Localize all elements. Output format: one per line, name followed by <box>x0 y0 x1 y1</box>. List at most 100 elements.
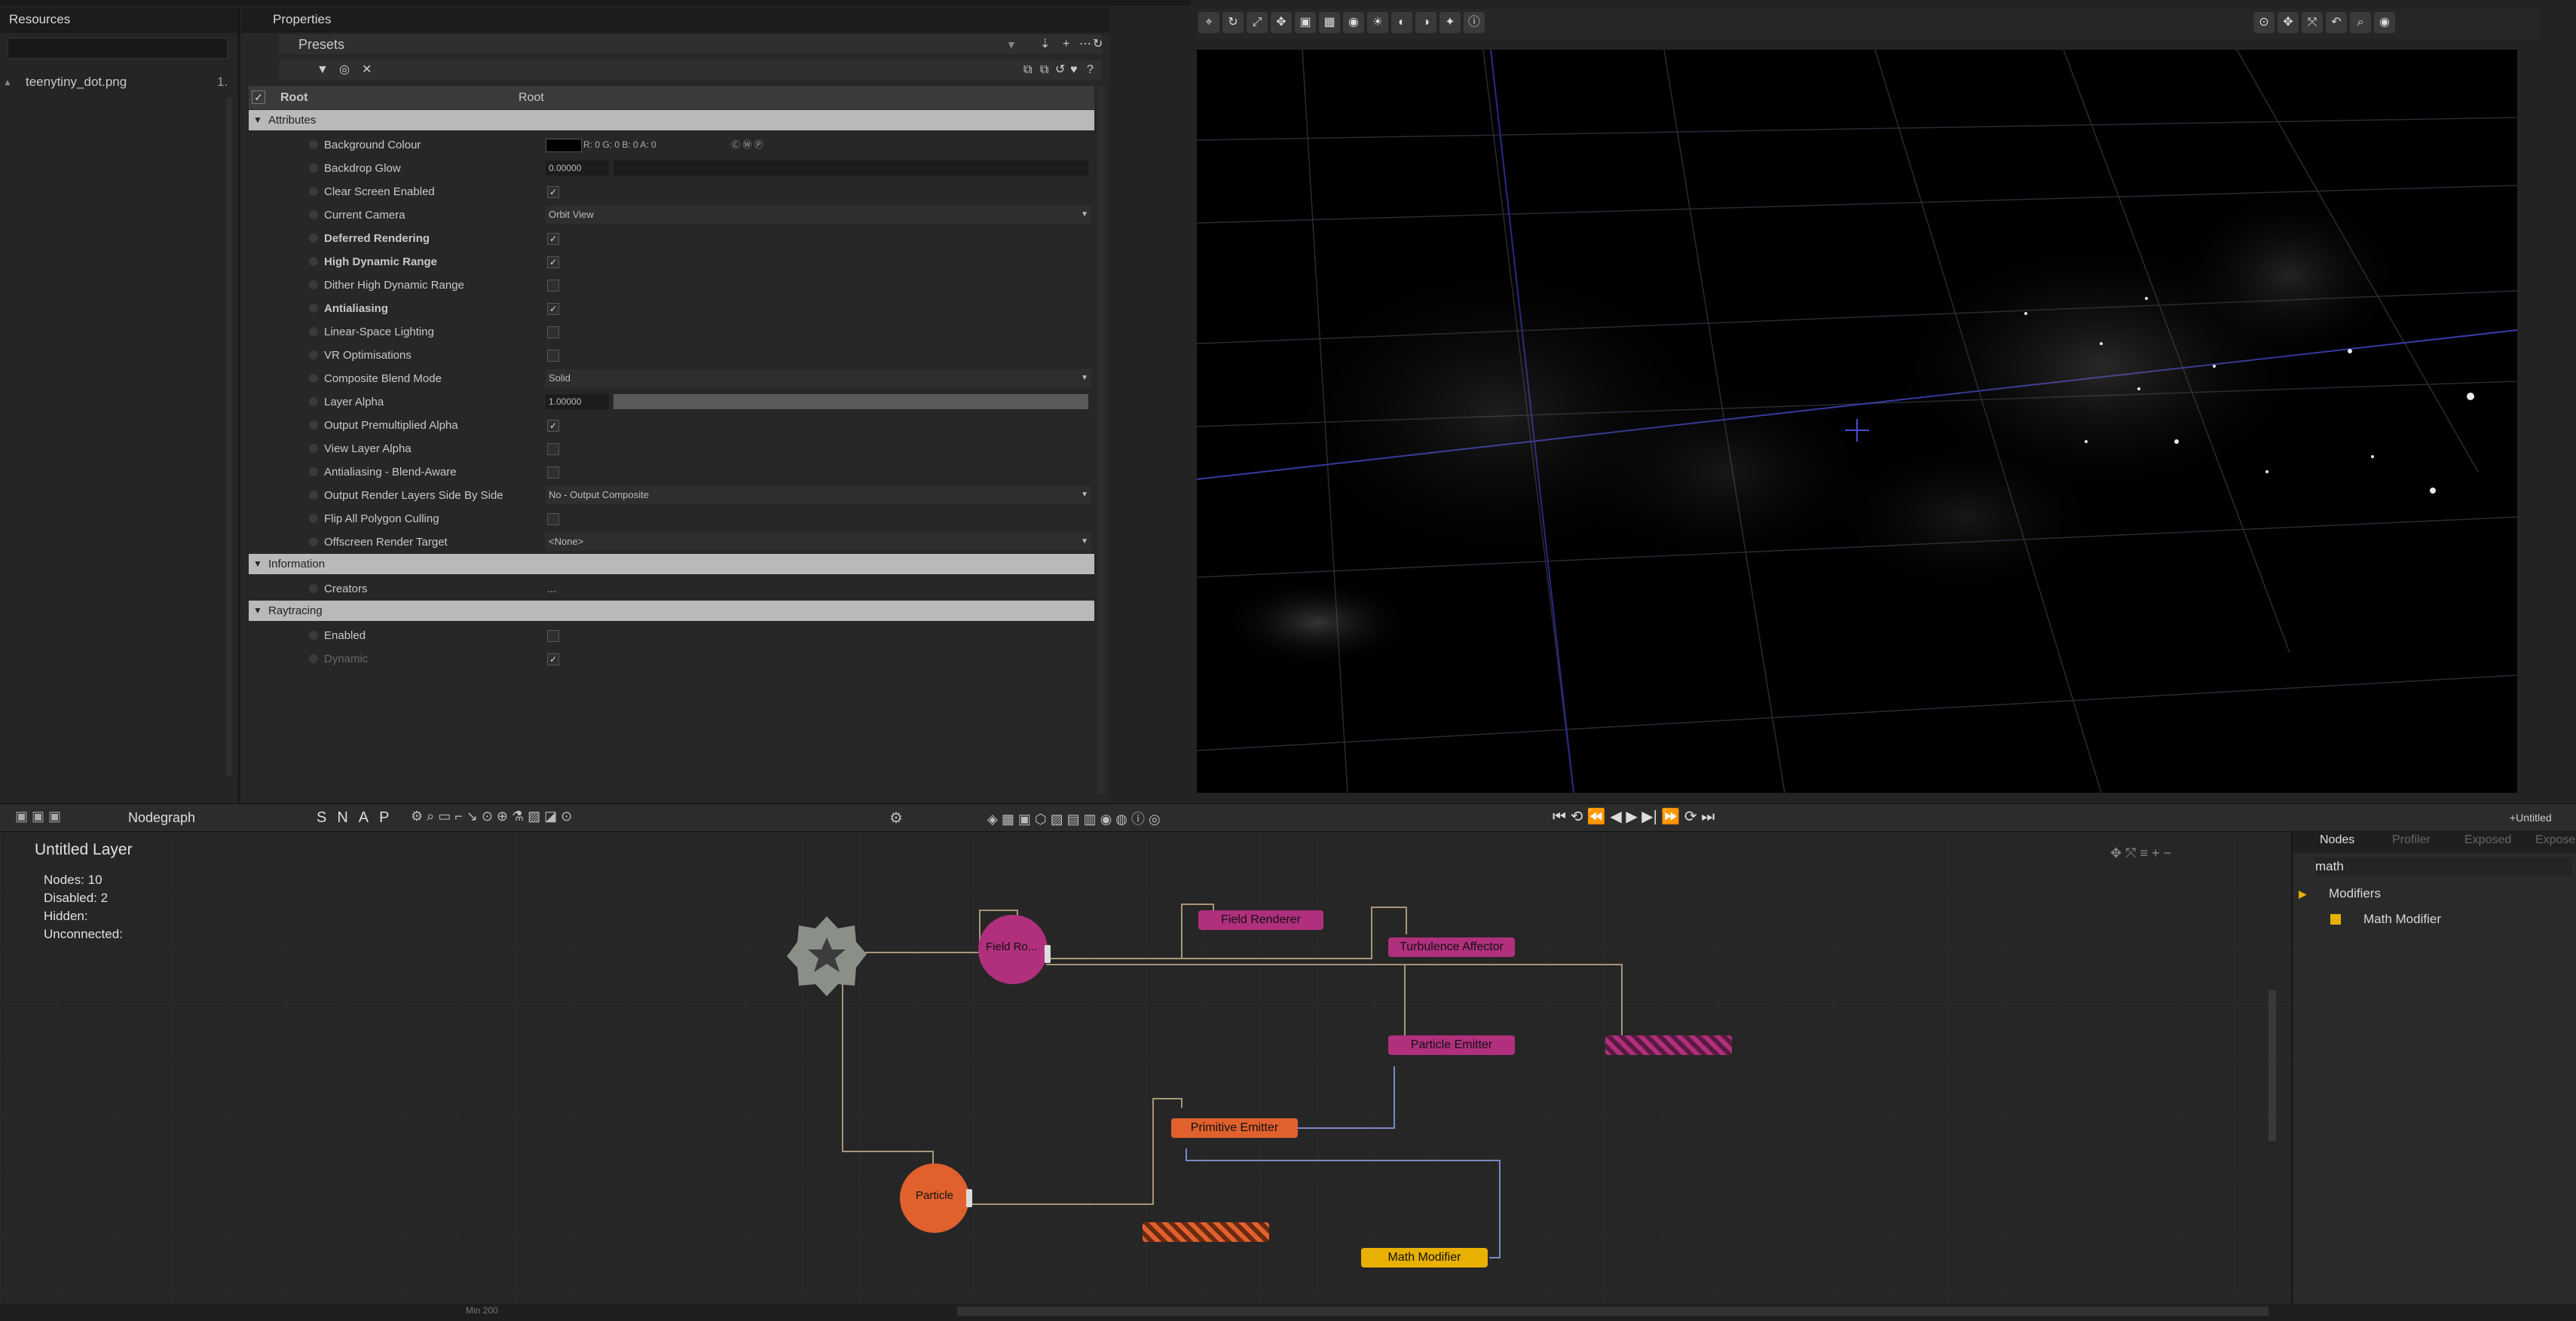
property-dropdown[interactable]: Solid ▼ <box>546 369 1091 387</box>
root-row[interactable]: ✓ Root Root <box>249 86 1094 109</box>
property-checkbox[interactable]: ✓ <box>547 256 559 268</box>
property-row[interactable]: Layer Alpha 1.00000 <box>249 390 1094 414</box>
animate-dot-icon[interactable] <box>309 164 318 173</box>
property-row[interactable]: Deferred Rendering ✓ <box>249 227 1094 250</box>
snap-letter[interactable]: A <box>359 809 369 826</box>
fx-tool-icon[interactable]: ✦ <box>1439 12 1461 33</box>
presets-pin-icon[interactable]: ⇣ <box>1040 35 1050 54</box>
animate-dot-icon[interactable] <box>309 444 318 453</box>
skip-start-icon[interactable]: ⏮ <box>1553 809 1566 825</box>
step-forward-icon[interactable]: ▶| <box>1641 809 1657 825</box>
loop-icon[interactable]: ⟲ <box>1571 809 1583 825</box>
animate-dot-icon[interactable] <box>309 491 318 500</box>
animate-dot-icon[interactable] <box>309 327 318 336</box>
property-checkbox[interactable] <box>547 350 559 362</box>
presets-more-icon[interactable]: ⋯ <box>1079 35 1091 54</box>
property-checkbox[interactable] <box>547 466 559 479</box>
property-number-field[interactable]: 0.00000 <box>546 161 609 176</box>
animate-dot-icon[interactable] <box>309 234 318 243</box>
animate-dot-icon[interactable] <box>309 140 318 149</box>
property-row[interactable]: Flip All Polygon Culling <box>249 507 1094 531</box>
section-attributes[interactable]: ▼ Attributes <box>249 110 1094 130</box>
tab-profiler[interactable]: Profiler <box>2392 833 2431 847</box>
property-row[interactable]: Offscreen Render Target <None> ▼ <box>249 531 1094 554</box>
nodegraph-tools-icons[interactable]: ⚙ ⌕ ▭ ⌐ ↘ ⊙ ⊕ ⚗ ▨ ◪ ⊙ <box>411 809 572 824</box>
resources-scrollbar[interactable] <box>226 98 232 776</box>
timeline-scrollbar[interactable] <box>957 1307 2269 1316</box>
grid-tool-icon[interactable]: ▦ <box>1319 12 1340 33</box>
field-ro-node[interactable]: Field Ro... <box>978 915 1048 984</box>
tab-exposed[interactable]: Exposed <box>2464 833 2511 847</box>
property-checkbox[interactable] <box>547 630 559 642</box>
animate-dot-icon[interactable] <box>309 584 318 593</box>
property-slider[interactable] <box>613 161 1088 176</box>
root-node[interactable] <box>785 915 868 998</box>
paste-icon[interactable]: ⧉ <box>1040 60 1048 80</box>
math-modifier-node[interactable]: Math Modifier <box>1361 1248 1488 1267</box>
step-back-icon[interactable]: ◀ <box>1610 809 1621 825</box>
property-row[interactable]: Dynamic ✓ <box>249 647 1094 671</box>
rotate-tool-icon[interactable]: ↻ <box>1222 12 1244 33</box>
node-item-math-modifier[interactable]: Math Modifier <box>2293 909 2576 930</box>
root-enable-checkbox[interactable]: ✓ <box>252 90 265 104</box>
property-checkbox[interactable]: ✓ <box>547 653 559 665</box>
camera-tool-icon[interactable]: ◐ <box>1391 12 1412 33</box>
render-tool-icon[interactable]: ◑ <box>1415 12 1436 33</box>
nodegraph-tab[interactable]: Nodegraph <box>128 804 195 831</box>
property-row[interactable]: Background Colour R: 0 G: 0 B: 0 A: 0 Ⓒ Ⓦ … <box>249 133 1094 157</box>
tab-nodes[interactable]: Nodes <box>2320 833 2354 847</box>
presets-refresh-icon[interactable]: ↻ <box>1093 35 1103 54</box>
animate-dot-icon[interactable] <box>309 210 318 219</box>
animate-dot-icon[interactable] <box>309 467 318 476</box>
property-checkbox[interactable] <box>547 326 559 338</box>
light-tool-icon[interactable]: ☀ <box>1367 12 1388 33</box>
orbit-icon[interactable]: ↶ <box>2326 12 2347 33</box>
property-dropdown[interactable]: No - Output Composite ▼ <box>546 486 1091 504</box>
render-flags-icons[interactable]: ◈ ▦ ▣ ⬡ ▨ ▤ ▥ ◉ ◍ ⓘ ◎ <box>987 809 1161 828</box>
pan-icon[interactable]: ✥ <box>2278 12 2299 33</box>
particle-emitter-node[interactable]: Particle Emitter <box>1388 1035 1515 1055</box>
property-checkbox[interactable]: ✓ <box>547 303 559 315</box>
animate-dot-icon[interactable] <box>309 514 318 523</box>
presets-add-icon[interactable]: + <box>1063 35 1069 54</box>
particle-node-port[interactable] <box>966 1189 972 1207</box>
snap-letter[interactable]: P <box>379 809 389 826</box>
snap-letter[interactable]: S <box>317 809 326 826</box>
property-dropdown[interactable]: <None> ▼ <box>546 533 1091 551</box>
animate-dot-icon[interactable] <box>309 280 318 289</box>
animate-dot-icon[interactable] <box>309 350 318 359</box>
fit-icon[interactable]: ⤧ <box>2302 12 2323 33</box>
section-information[interactable]: ▼ Information <box>249 554 1094 574</box>
turbulence-affector-node[interactable]: Turbulence Affector <box>1388 937 1515 957</box>
reset-icon[interactable]: ↺ <box>1055 60 1065 80</box>
colour-mode-buttons[interactable]: Ⓒ Ⓦ Ⓟ <box>731 133 763 157</box>
window-layout-icons[interactable]: ▣ ▣ ▣ <box>15 809 61 824</box>
animate-dot-icon[interactable] <box>309 397 318 406</box>
property-number-field[interactable]: 1.00000 <box>546 394 609 409</box>
property-dropdown[interactable]: Orbit View ▼ <box>546 206 1091 224</box>
copy-icon[interactable]: ⧉ <box>1023 60 1032 80</box>
favourite-icon[interactable]: ♥ <box>1070 60 1078 80</box>
colour-swatch[interactable] <box>546 139 582 152</box>
presets-arrow-button[interactable]: ▼ <box>1006 35 1017 54</box>
nodegraph-scrollbar[interactable] <box>2269 990 2276 1141</box>
animate-dot-icon[interactable] <box>309 631 318 640</box>
field-ro-node-port[interactable] <box>1045 945 1051 963</box>
properties-scrollbar[interactable] <box>1097 86 1105 794</box>
property-checkbox[interactable] <box>547 280 559 292</box>
property-row[interactable]: Antialiasing ✓ <box>249 297 1094 320</box>
snap-tool-icon[interactable]: ◉ <box>1343 12 1364 33</box>
property-row[interactable]: Composite Blend Mode Solid ▼ <box>249 367 1094 390</box>
move-tool-icon[interactable]: ✥ <box>1271 12 1292 33</box>
category-modifiers[interactable]: ▶ Modifiers <box>2293 883 2576 904</box>
filter-toggle-icon[interactable]: ◎ <box>339 60 350 80</box>
tab-exposed-2[interactable]: Exposed <box>2535 833 2576 847</box>
disabled-node-a[interactable] <box>1605 1035 1732 1055</box>
field-renderer-node[interactable]: Field Renderer <box>1198 910 1323 930</box>
animate-dot-icon[interactable] <box>309 257 318 266</box>
camera-icon[interactable]: ◉ <box>2374 12 2395 33</box>
filter-clear-icon[interactable]: ✕ <box>362 60 372 80</box>
snap-letter[interactable]: N <box>337 809 347 826</box>
animate-dot-icon[interactable] <box>309 304 318 313</box>
box-tool-icon[interactable]: ▣ <box>1295 12 1316 33</box>
